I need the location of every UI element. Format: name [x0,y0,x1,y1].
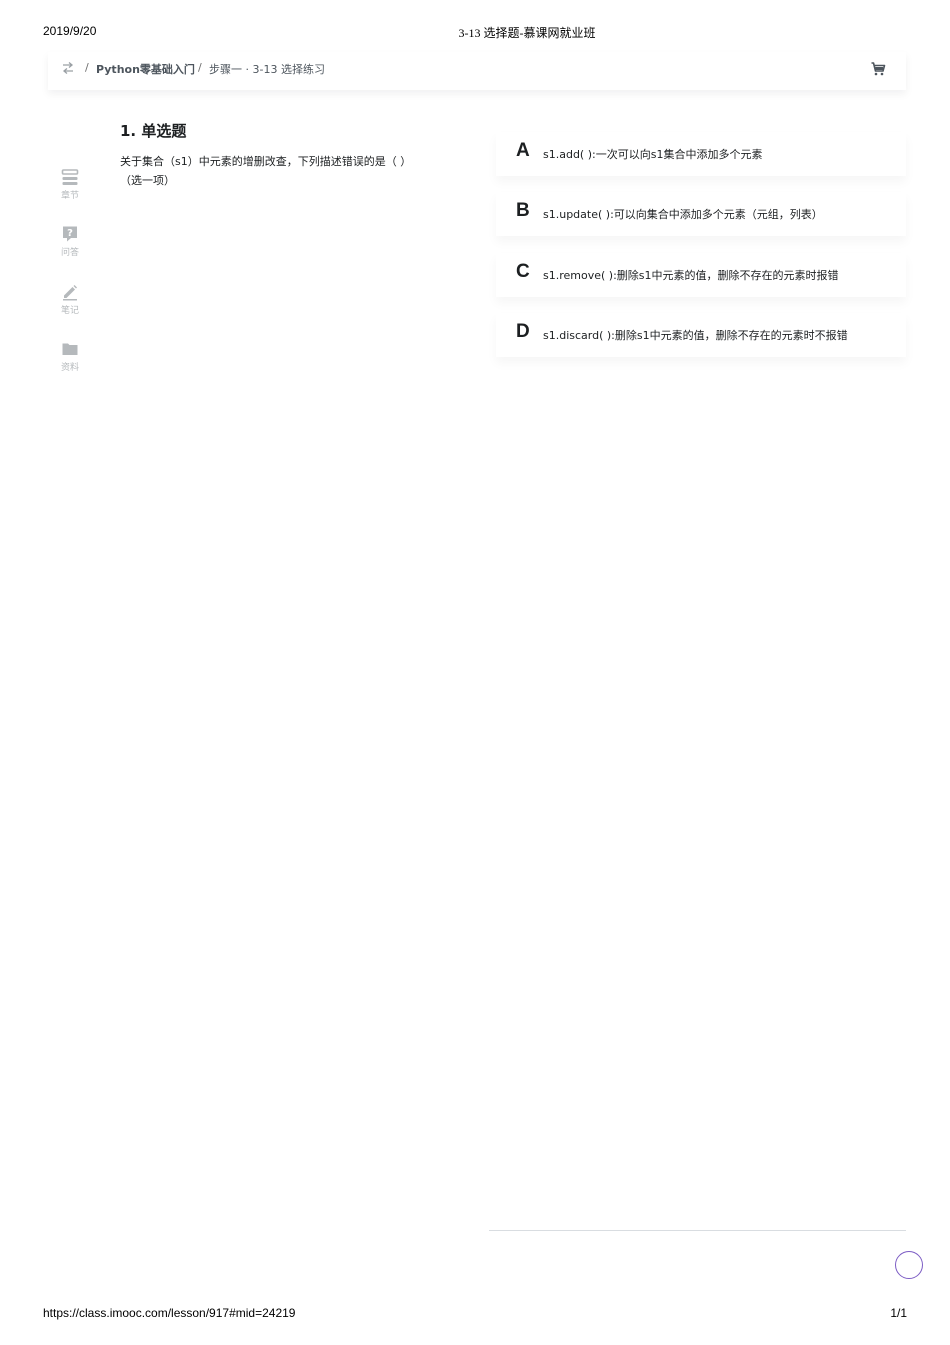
option-d[interactable]: D s1.discard( ):删除s1中元素的值，删除不存在的元素时不报错 [496,313,906,357]
sidebar-item-label: 笔记 [60,306,79,316]
print-page-number: 1/1 [890,1306,907,1320]
submit-circle-button[interactable] [895,1251,923,1279]
breadcrumb-separator: / [198,61,202,74]
sidebar-item-label: 章节 [60,191,79,201]
print-url: https://class.imooc.com/lesson/917#mid=2… [43,1306,296,1320]
pencil-icon [63,285,77,301]
question-text: 关于集合（s1）中元素的增删改查，下列描述错误的是（ ）（选一项） [120,155,412,187]
breadcrumb-separator: / [85,61,89,74]
sidebar-item-chapters[interactable]: 章节 [50,168,90,201]
option-letter: D [516,321,530,342]
option-a[interactable]: A s1.add( ):一次可以向s1集合中添加多个元素 [496,132,906,176]
print-title: 3-13 选择题-慕课网就业班 [458,26,596,40]
question-title: 1. 单选题 [120,122,187,140]
top-nav-bar: / Python零基础入门 / 步骤一 · 3-13 选择练习 [48,52,906,90]
option-text: s1.add( ):一次可以向s1集合中添加多个元素 [543,148,763,161]
sidebar-item-notes[interactable]: 笔记 [50,283,90,316]
divider [489,1230,906,1231]
question-icon: ? [63,226,77,242]
chapters-icon [61,169,79,185]
option-letter: C [516,261,530,282]
option-letter: A [516,140,530,161]
option-c[interactable]: C s1.remove( ):删除s1中元素的值，删除不存在的元素时报错 [496,253,906,297]
option-letter: B [516,200,530,221]
svg-text:?: ? [67,228,73,239]
sidebar-item-qa[interactable]: ? 问答 [50,225,90,258]
option-b[interactable]: B s1.update( ):可以向集合中添加多个元素（元组，列表） [496,192,906,236]
cart-icon[interactable] [870,61,886,77]
switch-arrows-icon[interactable] [60,60,76,76]
breadcrumb-lesson: 步骤一 · 3-13 选择练习 [209,63,325,76]
option-text: s1.discard( ):删除s1中元素的值，删除不存在的元素时不报错 [543,329,848,342]
sidebar-item-materials[interactable]: 资料 [50,340,90,373]
option-text: s1.update( ):可以向集合中添加多个元素（元组，列表） [543,208,823,221]
folder-icon [62,343,78,355]
breadcrumb-course-link[interactable]: Python零基础入门 [96,61,195,77]
option-text: s1.remove( ):删除s1中元素的值，删除不存在的元素时报错 [543,269,839,282]
sidebar-item-label: 问答 [60,248,79,258]
sidebar-item-label: 资料 [60,363,79,373]
